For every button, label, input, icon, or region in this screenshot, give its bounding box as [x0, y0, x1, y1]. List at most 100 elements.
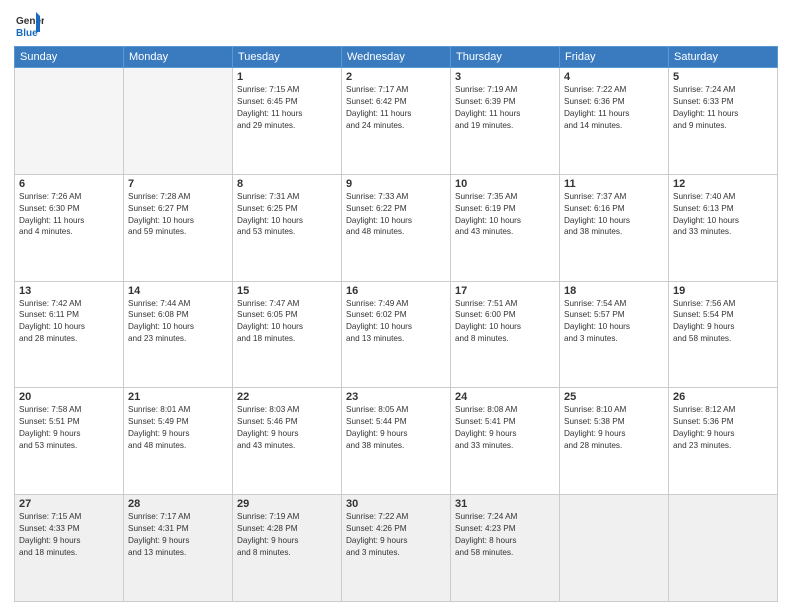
- day-info: Sunrise: 8:12 AM Sunset: 5:36 PM Dayligh…: [673, 404, 773, 452]
- svg-text:Blue: Blue: [16, 28, 38, 39]
- day-info: Sunrise: 7:28 AM Sunset: 6:27 PM Dayligh…: [128, 191, 228, 239]
- day-info: Sunrise: 7:49 AM Sunset: 6:02 PM Dayligh…: [346, 298, 446, 346]
- week-row-2: 6Sunrise: 7:26 AM Sunset: 6:30 PM Daylig…: [15, 174, 778, 281]
- day-number: 26: [673, 391, 773, 403]
- calendar-cell: 19Sunrise: 7:56 AM Sunset: 5:54 PM Dayli…: [669, 281, 778, 388]
- day-number: 2: [346, 71, 446, 83]
- calendar-page: General Blue SundayMondayTuesdayWednesda…: [0, 0, 792, 612]
- calendar-cell: 21Sunrise: 8:01 AM Sunset: 5:49 PM Dayli…: [124, 388, 233, 495]
- day-number: 8: [237, 178, 337, 190]
- logo-icon: General Blue: [14, 10, 44, 40]
- calendar-cell: 26Sunrise: 8:12 AM Sunset: 5:36 PM Dayli…: [669, 388, 778, 495]
- calendar-cell: 31Sunrise: 7:24 AM Sunset: 4:23 PM Dayli…: [451, 495, 560, 602]
- calendar-cell: 4Sunrise: 7:22 AM Sunset: 6:36 PM Daylig…: [560, 68, 669, 175]
- day-header-tuesday: Tuesday: [233, 47, 342, 68]
- calendar-cell: 3Sunrise: 7:19 AM Sunset: 6:39 PM Daylig…: [451, 68, 560, 175]
- week-row-5: 27Sunrise: 7:15 AM Sunset: 4:33 PM Dayli…: [15, 495, 778, 602]
- day-info: Sunrise: 8:08 AM Sunset: 5:41 PM Dayligh…: [455, 404, 555, 452]
- day-info: Sunrise: 7:19 AM Sunset: 4:28 PM Dayligh…: [237, 511, 337, 559]
- day-number: 1: [237, 71, 337, 83]
- calendar-cell: 18Sunrise: 7:54 AM Sunset: 5:57 PM Dayli…: [560, 281, 669, 388]
- day-info: Sunrise: 8:05 AM Sunset: 5:44 PM Dayligh…: [346, 404, 446, 452]
- day-number: 21: [128, 391, 228, 403]
- day-number: 15: [237, 285, 337, 297]
- day-number: 23: [346, 391, 446, 403]
- day-number: 14: [128, 285, 228, 297]
- day-number: 11: [564, 178, 664, 190]
- week-row-4: 20Sunrise: 7:58 AM Sunset: 5:51 PM Dayli…: [15, 388, 778, 495]
- day-info: Sunrise: 7:58 AM Sunset: 5:51 PM Dayligh…: [19, 404, 119, 452]
- calendar-cell: [669, 495, 778, 602]
- calendar-cell: 24Sunrise: 8:08 AM Sunset: 5:41 PM Dayli…: [451, 388, 560, 495]
- day-info: Sunrise: 7:54 AM Sunset: 5:57 PM Dayligh…: [564, 298, 664, 346]
- calendar-cell: 2Sunrise: 7:17 AM Sunset: 6:42 PM Daylig…: [342, 68, 451, 175]
- calendar-cell: 13Sunrise: 7:42 AM Sunset: 6:11 PM Dayli…: [15, 281, 124, 388]
- day-header-monday: Monday: [124, 47, 233, 68]
- calendar-cell: 20Sunrise: 7:58 AM Sunset: 5:51 PM Dayli…: [15, 388, 124, 495]
- week-row-1: 1Sunrise: 7:15 AM Sunset: 6:45 PM Daylig…: [15, 68, 778, 175]
- day-info: Sunrise: 7:51 AM Sunset: 6:00 PM Dayligh…: [455, 298, 555, 346]
- day-header-sunday: Sunday: [15, 47, 124, 68]
- calendar-cell: 17Sunrise: 7:51 AM Sunset: 6:00 PM Dayli…: [451, 281, 560, 388]
- day-number: 10: [455, 178, 555, 190]
- calendar-cell: 27Sunrise: 7:15 AM Sunset: 4:33 PM Dayli…: [15, 495, 124, 602]
- day-info: Sunrise: 7:17 AM Sunset: 6:42 PM Dayligh…: [346, 84, 446, 132]
- day-number: 5: [673, 71, 773, 83]
- day-number: 27: [19, 498, 119, 510]
- calendar-cell: [124, 68, 233, 175]
- calendar-cell: 28Sunrise: 7:17 AM Sunset: 4:31 PM Dayli…: [124, 495, 233, 602]
- calendar-cell: 22Sunrise: 8:03 AM Sunset: 5:46 PM Dayli…: [233, 388, 342, 495]
- day-number: 7: [128, 178, 228, 190]
- day-number: 31: [455, 498, 555, 510]
- day-number: 20: [19, 391, 119, 403]
- day-info: Sunrise: 7:33 AM Sunset: 6:22 PM Dayligh…: [346, 191, 446, 239]
- day-info: Sunrise: 7:17 AM Sunset: 4:31 PM Dayligh…: [128, 511, 228, 559]
- day-info: Sunrise: 7:35 AM Sunset: 6:19 PM Dayligh…: [455, 191, 555, 239]
- calendar-cell: [15, 68, 124, 175]
- calendar-cell: [560, 495, 669, 602]
- day-info: Sunrise: 7:24 AM Sunset: 4:23 PM Dayligh…: [455, 511, 555, 559]
- week-row-3: 13Sunrise: 7:42 AM Sunset: 6:11 PM Dayli…: [15, 281, 778, 388]
- day-info: Sunrise: 7:22 AM Sunset: 6:36 PM Dayligh…: [564, 84, 664, 132]
- calendar-cell: 10Sunrise: 7:35 AM Sunset: 6:19 PM Dayli…: [451, 174, 560, 281]
- day-number: 17: [455, 285, 555, 297]
- day-number: 30: [346, 498, 446, 510]
- calendar-cell: 8Sunrise: 7:31 AM Sunset: 6:25 PM Daylig…: [233, 174, 342, 281]
- day-info: Sunrise: 7:15 AM Sunset: 4:33 PM Dayligh…: [19, 511, 119, 559]
- day-info: Sunrise: 7:24 AM Sunset: 6:33 PM Dayligh…: [673, 84, 773, 132]
- calendar-cell: 16Sunrise: 7:49 AM Sunset: 6:02 PM Dayli…: [342, 281, 451, 388]
- day-info: Sunrise: 7:42 AM Sunset: 6:11 PM Dayligh…: [19, 298, 119, 346]
- day-number: 4: [564, 71, 664, 83]
- day-info: Sunrise: 8:01 AM Sunset: 5:49 PM Dayligh…: [128, 404, 228, 452]
- day-header-wednesday: Wednesday: [342, 47, 451, 68]
- logo: General Blue: [14, 10, 44, 40]
- calendar-cell: 11Sunrise: 7:37 AM Sunset: 6:16 PM Dayli…: [560, 174, 669, 281]
- calendar-cell: 6Sunrise: 7:26 AM Sunset: 6:30 PM Daylig…: [15, 174, 124, 281]
- day-number: 22: [237, 391, 337, 403]
- calendar-cell: 12Sunrise: 7:40 AM Sunset: 6:13 PM Dayli…: [669, 174, 778, 281]
- day-number: 25: [564, 391, 664, 403]
- day-info: Sunrise: 7:26 AM Sunset: 6:30 PM Dayligh…: [19, 191, 119, 239]
- day-number: 24: [455, 391, 555, 403]
- day-info: Sunrise: 7:56 AM Sunset: 5:54 PM Dayligh…: [673, 298, 773, 346]
- day-number: 28: [128, 498, 228, 510]
- day-info: Sunrise: 7:22 AM Sunset: 4:26 PM Dayligh…: [346, 511, 446, 559]
- calendar-cell: 9Sunrise: 7:33 AM Sunset: 6:22 PM Daylig…: [342, 174, 451, 281]
- day-header-saturday: Saturday: [669, 47, 778, 68]
- day-info: Sunrise: 8:03 AM Sunset: 5:46 PM Dayligh…: [237, 404, 337, 452]
- day-info: Sunrise: 8:10 AM Sunset: 5:38 PM Dayligh…: [564, 404, 664, 452]
- calendar-cell: 5Sunrise: 7:24 AM Sunset: 6:33 PM Daylig…: [669, 68, 778, 175]
- page-header: General Blue: [14, 10, 778, 40]
- calendar-cell: 1Sunrise: 7:15 AM Sunset: 6:45 PM Daylig…: [233, 68, 342, 175]
- day-header-friday: Friday: [560, 47, 669, 68]
- day-number: 16: [346, 285, 446, 297]
- calendar-cell: 14Sunrise: 7:44 AM Sunset: 6:08 PM Dayli…: [124, 281, 233, 388]
- day-info: Sunrise: 7:47 AM Sunset: 6:05 PM Dayligh…: [237, 298, 337, 346]
- day-number: 13: [19, 285, 119, 297]
- calendar-cell: 23Sunrise: 8:05 AM Sunset: 5:44 PM Dayli…: [342, 388, 451, 495]
- day-number: 29: [237, 498, 337, 510]
- day-info: Sunrise: 7:37 AM Sunset: 6:16 PM Dayligh…: [564, 191, 664, 239]
- calendar-table: SundayMondayTuesdayWednesdayThursdayFrid…: [14, 46, 778, 602]
- day-number: 6: [19, 178, 119, 190]
- calendar-cell: 29Sunrise: 7:19 AM Sunset: 4:28 PM Dayli…: [233, 495, 342, 602]
